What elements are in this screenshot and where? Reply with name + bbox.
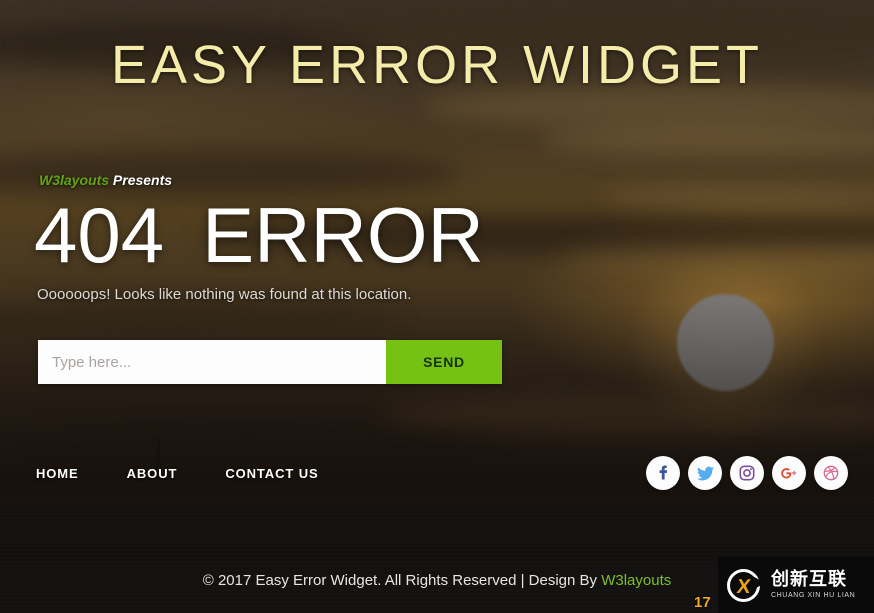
nav-link-about[interactable]: ABOUT bbox=[127, 466, 178, 481]
twitter-icon bbox=[696, 465, 714, 482]
send-button[interactable]: SEND bbox=[386, 340, 502, 384]
watermark-x-glyph: X bbox=[735, 575, 752, 598]
social-link-facebook[interactable] bbox=[646, 456, 680, 490]
social-link-dribbble[interactable] bbox=[814, 456, 848, 490]
social-link-google-plus[interactable] bbox=[772, 456, 806, 490]
watermark-logo: 17 X 创新互联 CHUANG XIN HU LIAN bbox=[694, 557, 874, 613]
instagram-icon bbox=[739, 465, 755, 481]
error-heading: 404 ERROR bbox=[34, 196, 484, 274]
social-link-twitter[interactable] bbox=[688, 456, 722, 490]
search-form: SEND bbox=[38, 340, 502, 384]
social-link-instagram[interactable] bbox=[730, 456, 764, 490]
search-input[interactable] bbox=[38, 340, 386, 384]
error-word: ERROR bbox=[202, 191, 484, 279]
dribbble-icon bbox=[823, 465, 839, 481]
nav-link-contact-us[interactable]: CONTACT US bbox=[225, 466, 318, 481]
footer-brand-link[interactable]: W3layouts bbox=[601, 572, 671, 589]
error-subtitle: Oooooops! Looks like nothing was found a… bbox=[37, 286, 412, 303]
watermark-chinese-name: 创新互联 bbox=[771, 569, 847, 591]
facebook-icon bbox=[655, 465, 671, 481]
footer-nav: HOME ABOUT CONTACT US bbox=[36, 466, 367, 481]
presents-label: Presents bbox=[112, 172, 173, 188]
watermark-badge: 17 bbox=[694, 594, 711, 611]
footer-text: © 2017 Easy Error Widget. All Rights Res… bbox=[202, 572, 602, 589]
presents-brand[interactable]: W3layouts bbox=[39, 172, 109, 188]
page-title: EASY ERROR WIDGET bbox=[110, 35, 764, 95]
nav-link-home[interactable]: HOME bbox=[36, 466, 79, 481]
google-plus-icon bbox=[780, 466, 799, 481]
watermark-pinyin: CHUANG XIN HU LIAN bbox=[771, 591, 856, 599]
social-links bbox=[646, 456, 848, 490]
presents-line: W3layouts Presents bbox=[39, 172, 172, 188]
watermark-circle-icon: X bbox=[727, 568, 765, 602]
error-page: EASY ERROR WIDGET W3layouts Presents 404… bbox=[0, 0, 874, 613]
error-code: 404 bbox=[34, 191, 165, 279]
